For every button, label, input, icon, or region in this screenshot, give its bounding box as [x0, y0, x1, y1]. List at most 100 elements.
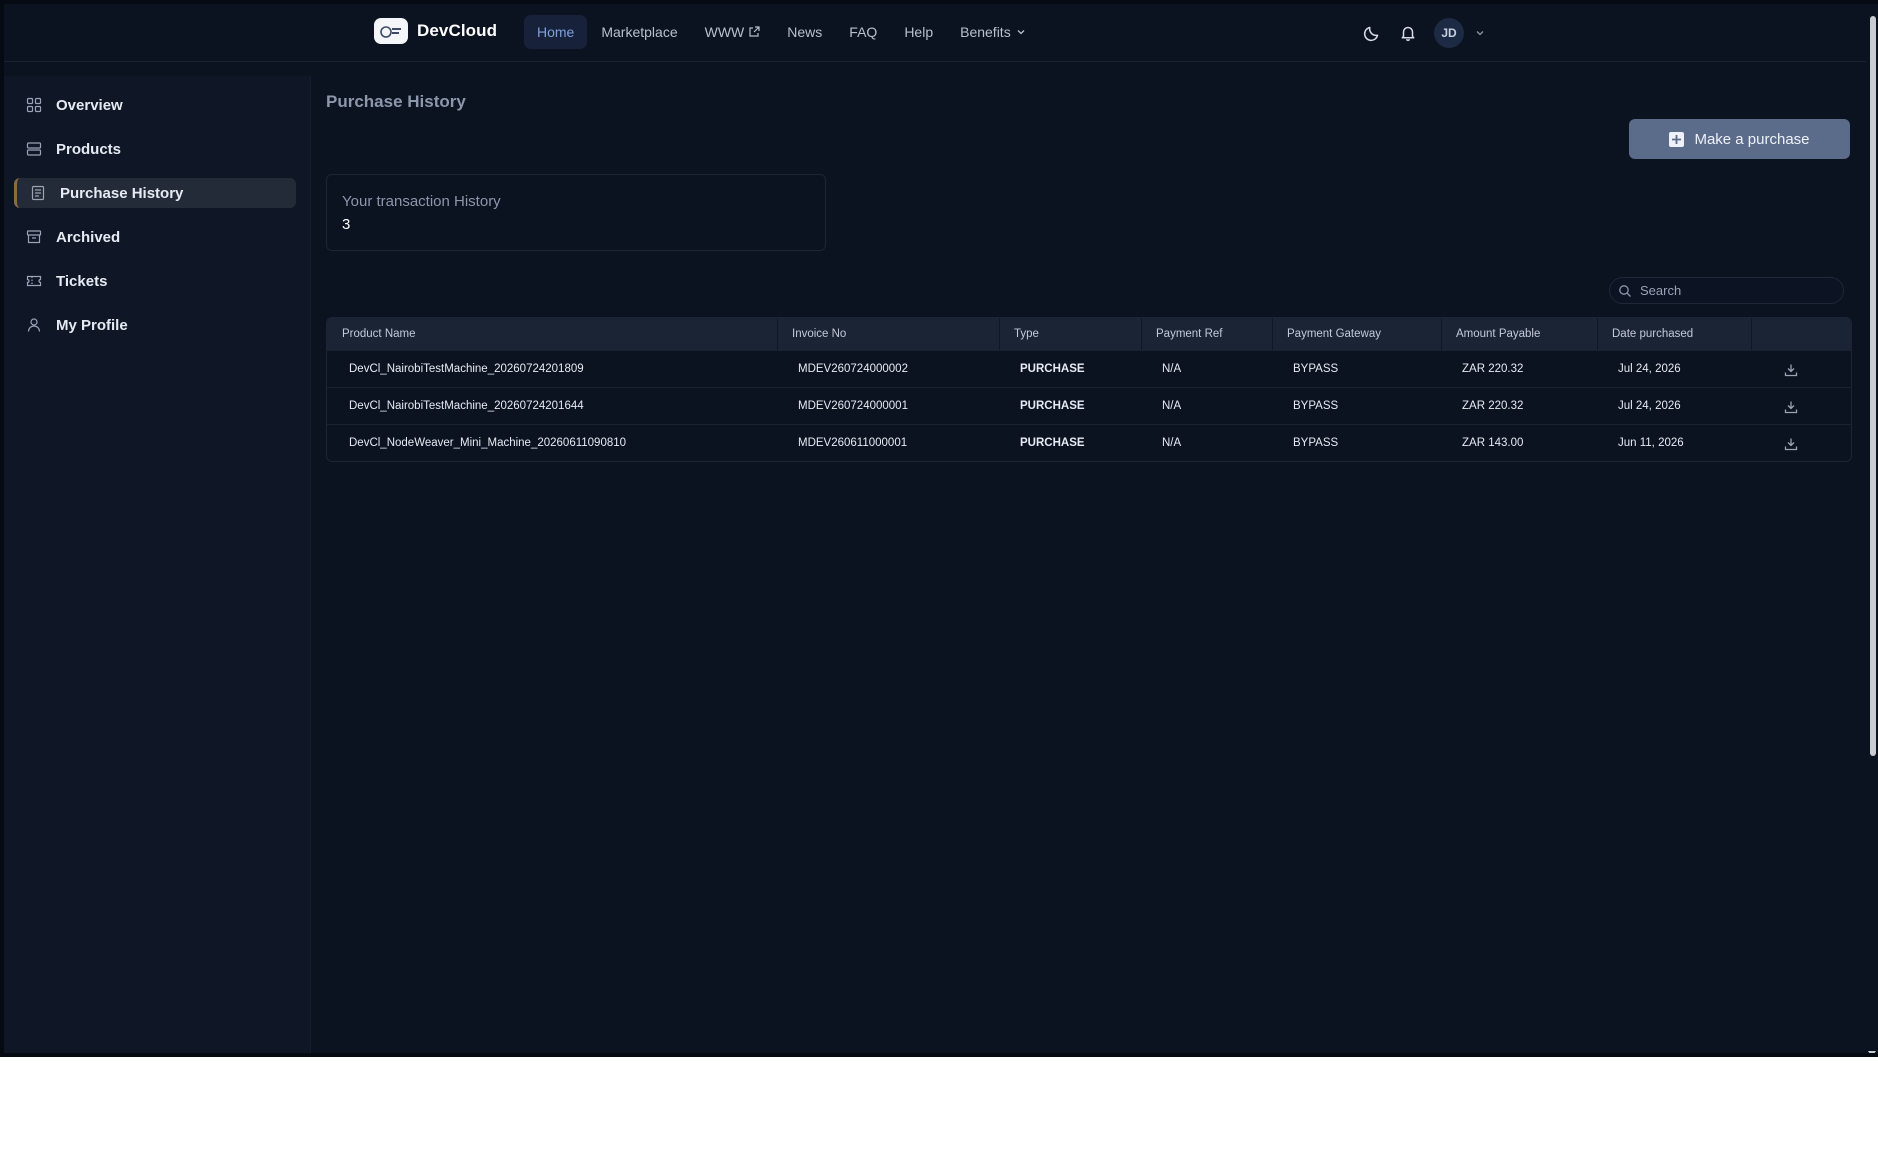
cell-product-name: DevCl_NodeWeaver_Mini_Machine_2026061109…	[349, 437, 627, 449]
table-row[interactable]: DevCl_NairobiTestMachine_20260724201809 …	[327, 350, 1851, 387]
plus-icon	[1669, 131, 1685, 147]
user-avatar[interactable]: JD	[1434, 18, 1464, 48]
theme-toggle-button[interactable]	[1354, 15, 1390, 51]
scrollbar-thumb[interactable]	[1870, 16, 1876, 756]
cell-amount-payable: ZAR 143.00	[1462, 437, 1524, 449]
column-header-product-name[interactable]: Product Name	[342, 318, 416, 350]
sidebar-item-label: Overview	[56, 96, 123, 114]
main-nav: Home Marketplace WWW News FAQ Help Benef…	[524, 15, 1041, 49]
receipt-icon	[28, 183, 48, 203]
download-invoice-button[interactable]	[1784, 351, 1798, 388]
search-icon	[1619, 284, 1631, 297]
cell-payment-ref: N/A	[1162, 400, 1182, 412]
nav-help[interactable]: Help	[891, 15, 946, 49]
chevron-down-icon	[1017, 30, 1025, 35]
cell-product-name: DevCl_NairobiTestMachine_20260724201809	[349, 363, 584, 375]
cell-payment-ref: N/A	[1162, 363, 1182, 375]
sidebar-item-products[interactable]: Products	[14, 134, 296, 164]
column-header-actions	[1751, 318, 1851, 350]
table-row[interactable]: DevCl_NairobiTestMachine_20260724201644 …	[327, 387, 1851, 424]
cell-product-name: DevCl_NairobiTestMachine_20260724201644	[349, 400, 584, 412]
sidebar-item-purchase-history[interactable]: Purchase History	[14, 178, 296, 208]
make-purchase-button[interactable]: Make a purchase	[1629, 119, 1850, 159]
nav-www[interactable]: WWW	[692, 15, 774, 49]
nav-www-label: WWW	[704, 24, 745, 40]
sidebar-item-archived[interactable]: Archived	[14, 222, 296, 252]
search-input[interactable]	[1638, 282, 1828, 299]
archive-icon	[24, 227, 44, 247]
nav-faq-label: FAQ	[849, 24, 878, 40]
nav-marketplace[interactable]: Marketplace	[588, 15, 690, 49]
cell-date-purchased: Jul 24, 2026	[1618, 363, 1681, 375]
cell-payment-gateway: BYPASS	[1293, 437, 1339, 449]
sidebar: Overview Products Purchase History Archi…	[4, 76, 311, 1053]
sidebar-item-label: Tickets	[56, 272, 108, 290]
column-header-payment-ref[interactable]: Payment Ref	[1141, 318, 1222, 350]
stat-label: Your transaction History	[342, 193, 501, 210]
search-box	[1609, 277, 1844, 304]
nav-marketplace-label: Marketplace	[601, 24, 678, 40]
cell-amount-payable: ZAR 220.32	[1462, 400, 1524, 412]
cell-payment-gateway: BYPASS	[1293, 400, 1339, 412]
nav-benefits-label: Benefits	[960, 24, 1011, 40]
top-right-controls: JD	[1354, 15, 1486, 51]
sidebar-item-label: Archived	[56, 228, 121, 246]
cell-type: PURCHASE	[1020, 437, 1085, 449]
nav-news[interactable]: News	[774, 15, 835, 49]
nav-benefits[interactable]: Benefits	[947, 15, 1040, 49]
cell-invoice-no: MDEV260724000002	[798, 363, 908, 375]
scroll-down-arrow[interactable]	[1868, 1051, 1876, 1053]
download-icon	[1784, 438, 1798, 450]
sidebar-item-tickets[interactable]: Tickets	[14, 266, 296, 296]
download-icon	[1784, 364, 1798, 376]
cell-amount-payable: ZAR 220.32	[1462, 363, 1524, 375]
cell-type: PURCHASE	[1020, 363, 1085, 375]
page-scrollbar[interactable]	[1866, 4, 1878, 1053]
nav-faq[interactable]: FAQ	[836, 15, 890, 49]
brand-logo	[374, 18, 408, 44]
column-header-type[interactable]: Type	[999, 318, 1039, 350]
chevron-down-icon	[1476, 31, 1484, 36]
cell-date-purchased: Jul 24, 2026	[1618, 400, 1681, 412]
brand[interactable]: DevCloud	[374, 18, 497, 44]
nav-home[interactable]: Home	[524, 15, 588, 49]
sidebar-item-label: My Profile	[56, 316, 128, 334]
column-header-invoice-no[interactable]: Invoice No	[777, 318, 846, 350]
table-row[interactable]: DevCl_NodeWeaver_Mini_Machine_2026061109…	[327, 424, 1851, 461]
cell-date-purchased: Jun 11, 2026	[1618, 437, 1684, 449]
sidebar-item-label: Purchase History	[60, 184, 184, 202]
nav-home-label: Home	[537, 24, 575, 40]
bell-icon	[1401, 26, 1415, 42]
cell-payment-gateway: BYPASS	[1293, 363, 1339, 375]
download-invoice-button[interactable]	[1784, 425, 1798, 461]
transaction-count-card: Your transaction History 3	[326, 174, 826, 251]
moon-icon	[1363, 26, 1379, 42]
top-navbar: DevCloud Home Marketplace WWW News FAQ H…	[4, 4, 1878, 62]
sidebar-item-overview[interactable]: Overview	[14, 90, 296, 120]
sidebar-item-my-profile[interactable]: My Profile	[14, 310, 296, 340]
make-purchase-label: Make a purchase	[1694, 130, 1810, 148]
cell-invoice-no: MDEV260611000001	[798, 437, 908, 449]
grid-icon	[24, 95, 44, 115]
download-invoice-button[interactable]	[1784, 388, 1798, 425]
brand-name: DevCloud	[417, 21, 498, 40]
external-link-icon	[749, 26, 760, 37]
table-header: Product Name Invoice No Type Payment Ref…	[327, 318, 1851, 350]
server-icon	[24, 139, 44, 159]
sidebar-item-label: Products	[56, 140, 122, 158]
app-window: DevCloud Home Marketplace WWW News FAQ H…	[0, 0, 1878, 1057]
purchase-history-table: Product Name Invoice No Type Payment Ref…	[326, 317, 1852, 462]
cell-invoice-no: MDEV260724000001	[798, 400, 908, 412]
nav-news-label: News	[787, 24, 823, 40]
user-menu-chevron[interactable]	[1474, 27, 1486, 39]
page-title: Purchase History	[326, 92, 466, 111]
notifications-button[interactable]	[1390, 15, 1426, 51]
column-header-date-purchased[interactable]: Date purchased	[1597, 318, 1693, 350]
column-header-amount-payable[interactable]: Amount Payable	[1441, 318, 1540, 350]
column-header-payment-gateway[interactable]: Payment Gateway	[1272, 318, 1381, 350]
cell-payment-ref: N/A	[1162, 437, 1182, 449]
nav-help-label: Help	[904, 24, 934, 40]
stat-value: 3	[342, 216, 351, 233]
cell-type: PURCHASE	[1020, 400, 1085, 412]
ticket-icon	[24, 271, 44, 291]
